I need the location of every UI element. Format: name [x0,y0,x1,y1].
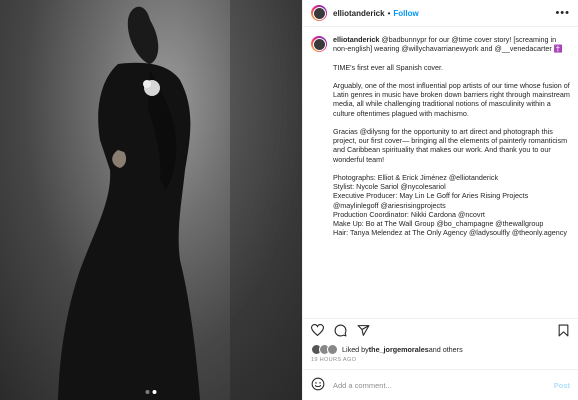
bookmark-icon[interactable] [557,324,570,337]
emoji-icon[interactable] [311,377,325,393]
post-sidebar: elliotanderick • Follow ••• elliotanderi… [302,0,578,400]
comment-box: Add a comment... Post [303,369,578,400]
carousel-dot-active [152,390,157,394]
avatar[interactable] [311,5,327,21]
liker-avatar [327,343,338,355]
figure-illustration [58,0,302,400]
post-container: elliotanderick • Follow ••• elliotanderi… [0,0,578,400]
likes-row: Liked by the_jorgemorales and others [303,341,578,357]
caption-area: elliotanderick @badbunnypr for our @time… [303,27,578,318]
header-separator: • [387,8,391,18]
caption-username[interactable]: elliotanderick [333,35,379,44]
follow-button[interactable]: Follow [393,9,418,18]
caption-avatar[interactable] [311,36,327,52]
action-bar [303,318,578,341]
caption: elliotanderick @badbunnypr for our @time… [333,35,570,318]
post-timestamp: 19 HOURS AGO [311,357,357,363]
likes-user[interactable]: the_jorgemorales [369,345,429,354]
post-header: elliotanderick • Follow ••• [303,0,578,27]
comment-icon[interactable] [334,324,347,337]
carousel-dot [145,390,150,394]
post-photo[interactable] [0,0,302,400]
carousel-indicator [145,390,157,394]
likes-suffix[interactable]: and others [429,345,463,354]
more-options-icon[interactable]: ••• [555,7,570,19]
caption-text: @badbunnypr for our @time cover story! [… [333,35,570,238]
header-username[interactable]: elliotanderick [333,9,385,18]
heart-icon[interactable] [311,324,324,337]
comment-input[interactable]: Add a comment... [333,381,554,390]
share-icon[interactable] [357,324,370,337]
post-comment-button[interactable]: Post [554,381,570,390]
liker-avatars [311,343,338,355]
likes-prefix: Liked by [342,344,369,354]
